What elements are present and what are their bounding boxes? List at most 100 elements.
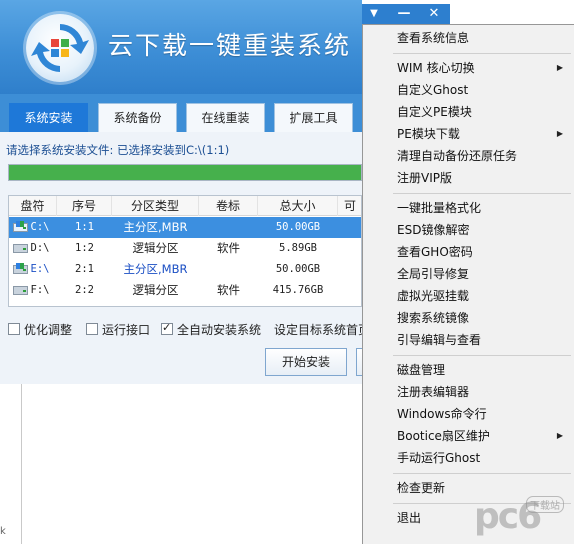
auto-install-checkbox-box[interactable]	[161, 321, 173, 335]
menu-item-label: 查看系统信息	[397, 31, 470, 45]
close-icon[interactable]: ✕	[426, 6, 442, 22]
cell-label: 软件	[217, 241, 240, 255]
menu-item[interactable]: 手动运行Ghost	[363, 447, 573, 469]
menu-item[interactable]: WIM 核心切换 ▶	[363, 57, 573, 79]
cell-drive: E:\	[30, 263, 50, 275]
menu-item-label: 全局引导修复	[397, 267, 470, 281]
menu-item[interactable]: PE模块下载 ▶	[363, 123, 573, 145]
column-header-drive[interactable]: 盘符	[9, 196, 57, 216]
start-install-button[interactable]: 开始安装	[265, 348, 347, 376]
app-window: 云下载一键重装系统 系统安装 系统备份 在线重装 扩展工具 请选择系统安装文件:…	[0, 0, 362, 384]
menu-item[interactable]: 注册VIP版	[363, 167, 573, 189]
menu-item[interactable]: 查看GHO密码	[363, 241, 573, 263]
cell-type: 逻辑分区	[132, 283, 179, 297]
cell-size: 50.00GB	[275, 221, 321, 233]
cell-drive: F:\	[30, 284, 50, 296]
app-header: 云下载一键重装系统	[0, 0, 362, 94]
tab-online-reinstall[interactable]: 在线重装	[186, 103, 265, 132]
cell-label	[199, 217, 258, 238]
cell-type: 逻辑分区	[132, 241, 179, 255]
menu-item[interactable]: Bootice扇区维护 ▶	[363, 425, 573, 447]
menu-separator	[393, 473, 571, 474]
cell-index: 1:1	[75, 221, 94, 233]
cell-index: 2:2	[75, 284, 94, 296]
submenu-arrow-icon: ▶	[556, 129, 563, 138]
window-controls: ▼ — ✕	[362, 4, 450, 24]
cell-drive: C:\	[30, 221, 50, 233]
menu-item[interactable]: 磁盘管理	[363, 359, 573, 381]
menu-item-label: Bootice扇区维护	[397, 429, 490, 443]
install-options: 优化调整 运行接口 全自动安装系统 设定目标系统首页	[8, 321, 362, 337]
column-header-index[interactable]: 序号	[57, 196, 112, 216]
submenu-arrow-icon: ▶	[556, 63, 563, 72]
table-row[interactable]: F:\ 2:2 逻辑分区 软件 415.76GB	[9, 280, 361, 301]
tab-system-backup[interactable]: 系统备份	[98, 103, 177, 132]
tab-extension-tools[interactable]: 扩展工具	[274, 103, 353, 132]
menu-item[interactable]: ESD镜像解密	[363, 219, 573, 241]
edge-text: k	[0, 526, 6, 537]
cell-label	[199, 259, 258, 280]
optimize-checkbox[interactable]: 优化调整	[8, 321, 72, 337]
menu-item-label: WIM 核心切换	[397, 61, 475, 75]
table-header: 盘符 序号 分区类型 卷标 总大小 可	[9, 196, 361, 216]
menu-item[interactable]: 全局引导修复	[363, 263, 573, 285]
menu-dropdown-icon[interactable]: ▼	[366, 6, 382, 22]
cell-index: 1:2	[75, 242, 94, 254]
menu-item-label: 手动运行Ghost	[397, 451, 481, 465]
table-row[interactable]: E:\ 2:1 主分区,MBR 50.00GB	[9, 259, 361, 280]
menu-item-label: 查看GHO密码	[397, 245, 473, 259]
tools-context-menu: 查看系统信息 WIM 核心切换 ▶ 自定义Ghost 自定义PE模块 PE模块下载 ▶ 清理自…	[362, 24, 574, 544]
menu-item[interactable]: 搜索系统镜像	[363, 307, 573, 329]
menu-item[interactable]: 自定义Ghost	[363, 79, 573, 101]
cell-size: 5.89GB	[279, 242, 317, 254]
auto-install-checkbox[interactable]: 全自动安装系统	[161, 321, 261, 337]
optimize-checkbox-label: 优化调整	[24, 322, 73, 337]
cell-size: 415.76GB	[272, 284, 324, 296]
cell-size: 50.00GB	[275, 263, 321, 275]
column-header-total-size[interactable]: 总大小	[258, 196, 338, 216]
background-window-edge	[0, 384, 22, 544]
menu-item-label: Windows命令行	[397, 407, 487, 421]
cell-drive: D:\	[30, 242, 50, 254]
run-interface-checkbox-label: 运行接口	[102, 322, 151, 337]
minimize-icon[interactable]: —	[396, 6, 412, 22]
menu-item-label: 磁盘管理	[397, 363, 446, 377]
menu-item[interactable]: Windows命令行	[363, 403, 573, 425]
column-header-available[interactable]: 可	[338, 196, 361, 216]
table-row[interactable]: C:\ 1:1 主分区,MBR 50.00GB	[9, 217, 361, 238]
menu-item-label: 一键批量格式化	[397, 201, 482, 215]
set-homepage-label: 设定目标系统首页	[274, 322, 362, 337]
table-row[interactable]: D:\ 1:2 逻辑分区 软件 5.89GB	[9, 238, 361, 259]
menu-separator	[393, 53, 571, 54]
partition-table: 盘符 序号 分区类型 卷标 总大小 可 C:\ 1:1 主分区,MBR 50.00GB…	[8, 195, 362, 307]
app-logo-icon	[26, 14, 94, 82]
menu-item-label: 退出	[397, 511, 422, 525]
tab-bar: 系统安装 系统备份 在线重装 扩展工具	[0, 94, 362, 132]
menu-item[interactable]: 查看系统信息	[363, 27, 573, 49]
menu-item[interactable]: 虚拟光驱挂载	[363, 285, 573, 307]
menu-item[interactable]: 注册表编辑器	[363, 381, 573, 403]
run-interface-checkbox-box[interactable]	[86, 323, 98, 335]
menu-item[interactable]: 引导编辑与查看	[363, 329, 573, 351]
menu-separator	[393, 355, 571, 356]
progress-fill	[9, 165, 361, 180]
tab-system-install[interactable]: 系统安装	[9, 103, 88, 132]
column-header-volume-label[interactable]: 卷标	[199, 196, 258, 216]
cell-type: 主分区,MBR	[123, 262, 188, 276]
optimize-checkbox-box[interactable]	[8, 323, 20, 335]
auto-install-checkbox-label: 全自动安装系统	[177, 322, 262, 337]
menu-item[interactable]: 自定义PE模块	[363, 101, 573, 123]
menu-item-label: 搜索系统镜像	[397, 311, 470, 325]
cell-index: 2:1	[75, 263, 94, 275]
menu-item[interactable]: 清理自动备份还原任务	[363, 145, 573, 167]
set-homepage-option[interactable]: 设定目标系统首页	[274, 321, 362, 337]
menu-item-label: 注册VIP版	[397, 171, 452, 185]
menu-item[interactable]: 一键批量格式化	[363, 197, 573, 219]
menu-item-label: 清理自动备份还原任务	[397, 149, 518, 163]
install-status-text: 请选择系统安装文件: 已选择安装到C:\(1:1)	[6, 143, 230, 157]
install-panel: 请选择系统安装文件: 已选择安装到C:\(1:1) 盘符 序号 分区类型 卷标 …	[0, 132, 362, 384]
run-interface-checkbox[interactable]: 运行接口	[86, 321, 150, 337]
menu-item-label: ESD镜像解密	[397, 223, 470, 237]
install-progress-bar	[8, 164, 362, 181]
column-header-partition-type[interactable]: 分区类型	[112, 196, 199, 216]
